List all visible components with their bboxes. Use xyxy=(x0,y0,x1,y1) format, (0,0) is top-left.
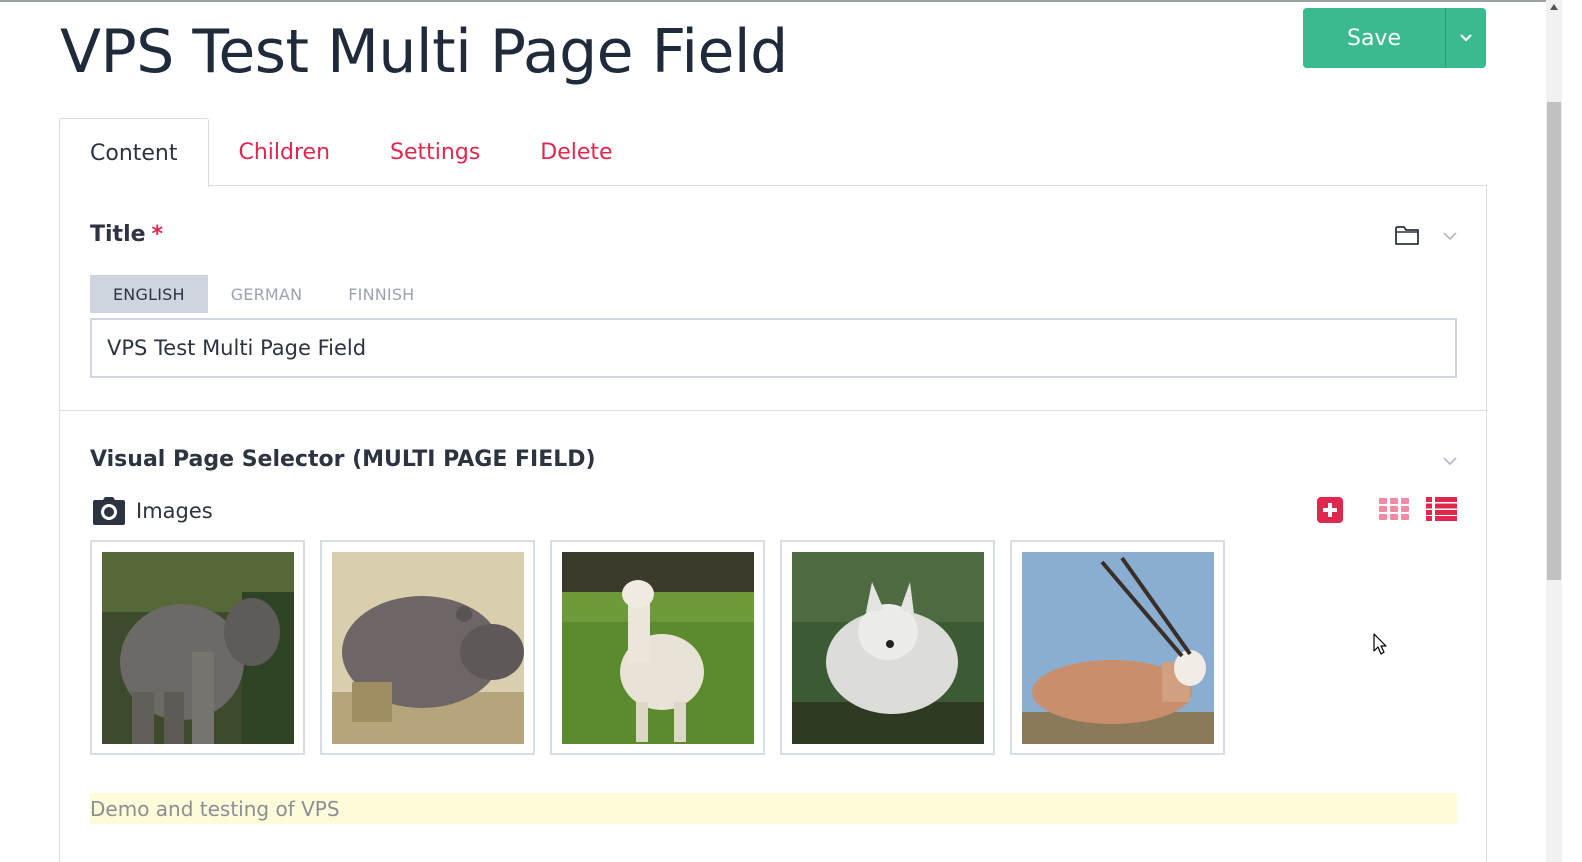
language-tab-german[interactable]: GERMAN xyxy=(208,275,326,313)
required-marker: * xyxy=(151,222,164,247)
collapse-title-chevron-icon[interactable] xyxy=(1440,226,1460,246)
scrollbar-thumb[interactable] xyxy=(1547,102,1561,580)
arctic-fox-image xyxy=(792,552,984,744)
thumbnail-alpaca[interactable] xyxy=(550,540,765,755)
list-view-icon[interactable] xyxy=(1426,497,1457,521)
collapse-vps-chevron-icon[interactable] xyxy=(1440,451,1460,471)
page-title: VPS Test Multi Page Field xyxy=(60,17,788,87)
alpaca-image xyxy=(562,552,754,744)
thumbnail-oryx[interactable] xyxy=(1010,540,1225,755)
tab-content[interactable]: Content xyxy=(59,118,209,187)
field-divider xyxy=(60,410,1486,411)
thumbnail-hippo[interactable] xyxy=(320,540,535,755)
content-panel: Title* ENGLISH GERMAN FINNISH Visual Pag… xyxy=(59,185,1487,862)
tab-delete[interactable]: Delete xyxy=(510,118,642,186)
save-button-group: Save xyxy=(1303,8,1486,68)
window-top-border xyxy=(0,0,1546,2)
thumbnail-elephant[interactable] xyxy=(90,540,305,755)
language-tab-english[interactable]: ENGLISH xyxy=(90,275,208,313)
tab-settings[interactable]: Settings xyxy=(360,118,510,186)
add-page-button[interactable] xyxy=(1317,497,1343,523)
camera-icon xyxy=(93,497,125,525)
tab-bar: Content Children Settings Delete xyxy=(59,118,643,187)
images-label: Images xyxy=(136,499,213,523)
title-field-label: Title * xyxy=(90,222,163,247)
language-tab-finnish[interactable]: FINNISH xyxy=(325,275,437,313)
folder-icon[interactable] xyxy=(1394,222,1420,248)
title-input[interactable] xyxy=(90,318,1457,378)
hippo-image xyxy=(332,552,524,744)
elephant-image xyxy=(102,552,294,744)
grid-view-icon[interactable] xyxy=(1379,498,1409,520)
save-options-button[interactable] xyxy=(1446,8,1486,68)
tab-children[interactable]: Children xyxy=(209,118,361,186)
oryx-image xyxy=(1022,552,1214,744)
mouse-cursor-icon xyxy=(1373,633,1387,655)
images-header: Images xyxy=(92,494,213,528)
field-description: Demo and testing of VPS xyxy=(90,793,1457,824)
scroll-up-arrow-icon[interactable] xyxy=(1550,4,1558,10)
image-thumbnails xyxy=(90,540,1240,755)
save-button[interactable]: Save xyxy=(1303,8,1445,68)
language-tabs: ENGLISH GERMAN FINNISH xyxy=(90,275,437,313)
chevron-down-icon xyxy=(1460,34,1472,42)
thumbnail-arctic-fox[interactable] xyxy=(780,540,995,755)
vps-field-label: Visual Page Selector (MULTI PAGE FIELD) xyxy=(90,447,596,472)
title-label-text: Title xyxy=(90,222,146,247)
